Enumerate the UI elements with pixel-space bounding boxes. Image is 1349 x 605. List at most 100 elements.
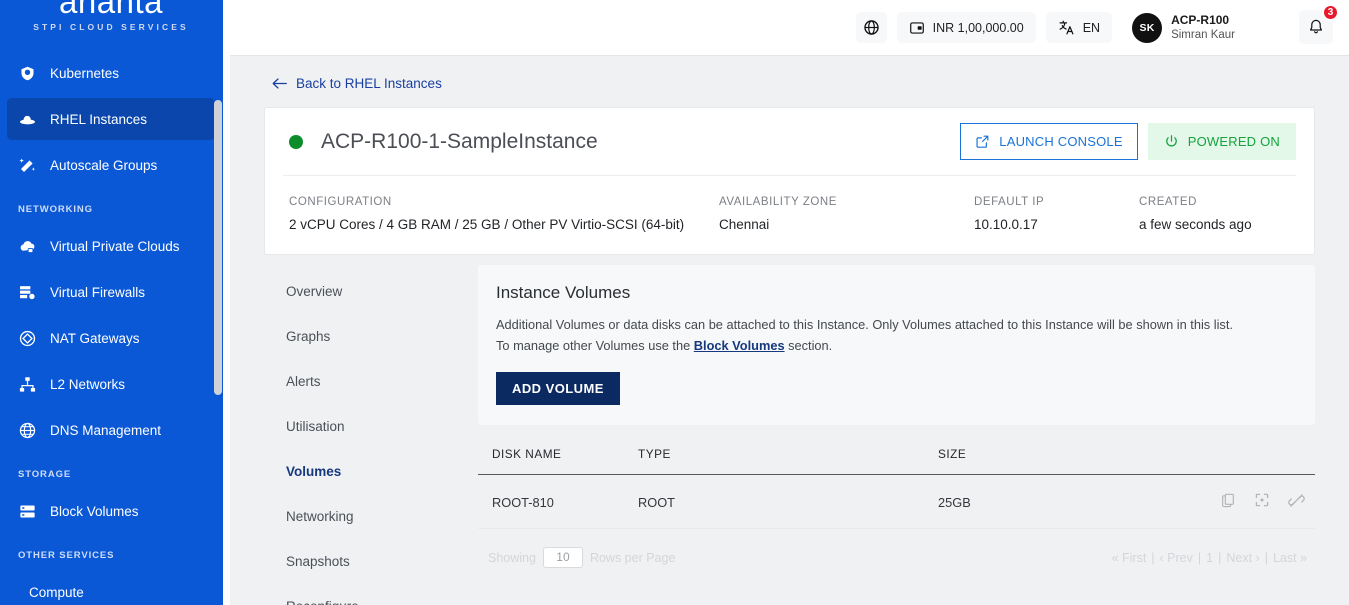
resize-icon[interactable] — [1254, 492, 1270, 512]
globe-icon — [18, 421, 37, 440]
instance-body: Overview Graphs Alerts Utilisation Volumes Ne… — [264, 255, 1315, 605]
sidebar-item-virtual-firewalls[interactable]: Virtual Firewalls — [7, 271, 215, 313]
meta-label: CONFIGURATION — [289, 196, 392, 208]
pagination-controls: « First | ‹ Prev | 1 | Next › | Last » — [1112, 551, 1315, 565]
server-disk-icon — [18, 502, 37, 521]
tab-volumes[interactable]: Volumes — [264, 453, 464, 489]
app-root: ananta ™ STPI CLOUD SERVICES Kubernetes R… — [0, 0, 1349, 605]
pager-sep-1: | — [1151, 550, 1155, 565]
sidebar-item-label: NAT Gateways — [50, 330, 140, 346]
showing-label: Showing — [488, 550, 536, 565]
sidebar-item-kubernetes[interactable]: Kubernetes — [7, 52, 215, 94]
sidebar-item-label: Virtual Private Clouds — [50, 238, 180, 254]
page-last-button[interactable]: Last » — [1273, 551, 1307, 565]
sidebar-item-nat-gateways[interactable]: NAT Gateways — [7, 317, 215, 359]
back-to-rhel-instances-link[interactable]: Back to RHEL Instances — [264, 56, 444, 107]
instance-header: ACP-R100-1-SampleInstance LAUNCH CONSOLE — [283, 108, 1296, 176]
volumes-table-head: DISK NAME TYPE SIZE — [478, 447, 1315, 476]
meta-label: DEFAULT IP — [974, 196, 1045, 208]
sidebar-item-block-volumes[interactable]: Block Volumes — [7, 490, 215, 532]
column-type: TYPE — [638, 447, 938, 476]
sidebar-item-label: Virtual Firewalls — [50, 284, 146, 300]
tab-reconfigure[interactable]: Reconfigure — [264, 588, 464, 605]
power-status-button[interactable]: POWERED ON — [1147, 123, 1296, 160]
tab-overview[interactable]: Overview — [264, 273, 464, 309]
wallet-amount: INR 1,00,000.00 — [932, 20, 1024, 35]
logo-subtitle: STPI CLOUD SERVICES — [33, 22, 189, 32]
table-row[interactable]: ROOT-810 ROOT 25GB — [478, 474, 1315, 530]
avatar: SK — [1132, 12, 1163, 43]
firewall-icon — [18, 283, 37, 302]
tab-networking[interactable]: Networking — [264, 498, 464, 534]
meta-label: AVAILABILITY ZONE — [719, 196, 837, 208]
column-disk-name: DISK NAME — [478, 447, 638, 476]
notifications-button[interactable]: 3 — [1299, 4, 1339, 44]
page-title: ACP-R100-1-SampleInstance — [321, 129, 598, 153]
block-volumes-link[interactable]: Block Volumes — [694, 338, 785, 353]
cell-size: 25GB — [938, 474, 1188, 530]
status-indicator-dot — [289, 134, 303, 149]
wallet-icon — [909, 21, 924, 34]
cloud-lock-icon — [18, 237, 37, 256]
sidebar-item-rhel-instances[interactable]: RHEL Instances — [7, 98, 215, 140]
network-tree-icon — [18, 375, 37, 394]
instance-volumes-panel: Instance Volumes Additional Volumes or d… — [478, 265, 1315, 426]
sidebar-edge — [223, 0, 230, 605]
meta-label: CREATED — [1139, 196, 1197, 208]
table-header-row: DISK NAME TYPE SIZE — [478, 447, 1315, 476]
cell-disk-name: ROOT-810 — [478, 474, 638, 530]
translate-icon — [1059, 20, 1074, 35]
row-action-group — [1188, 492, 1315, 512]
user-name: Simran Kaur — [1171, 28, 1235, 41]
cell-type: ROOT — [638, 474, 938, 530]
launch-console-button[interactable]: LAUNCH CONSOLE — [960, 123, 1138, 160]
tab-graphs[interactable]: Graphs — [264, 318, 464, 354]
power-status-label: POWERED ON — [1187, 134, 1280, 149]
meta-created: CREATED a few seconds ago — [1139, 196, 1252, 232]
support-button[interactable] — [855, 12, 887, 43]
back-link-label: Back to RHEL Instances — [296, 76, 442, 91]
instance-header-actions: LAUNCH CONSOLE POWERED ON — [960, 123, 1296, 160]
sidebar-item-dns-management[interactable]: DNS Management — [7, 409, 215, 451]
sidebar-item-compute[interactable]: Compute — [7, 571, 215, 605]
instance-meta-row: CONFIGURATION 2 vCPU Cores / 4 GB RAM / 2… — [283, 176, 1296, 254]
tab-pane-volumes: Instance Volumes Additional Volumes or d… — [464, 265, 1315, 605]
sidebar-item-label: RHEL Instances — [50, 111, 148, 127]
sidebar-item-label: Compute — [29, 584, 84, 600]
meta-value: 2 vCPU Cores / 4 GB RAM / 25 GB / Other … — [289, 217, 685, 232]
wallet-balance-button[interactable]: INR 1,00,000.00 — [896, 12, 1036, 43]
detach-icon[interactable] — [1288, 492, 1305, 512]
brand-logo[interactable]: ananta ™ STPI CLOUD SERVICES — [0, 0, 222, 48]
page-first-button[interactable]: « First — [1112, 551, 1147, 565]
tab-snapshots[interactable]: Snapshots — [264, 543, 464, 579]
rows-per-page-input[interactable]: 10 — [542, 547, 583, 569]
sidebar-item-autoscale-groups[interactable]: Autoscale Groups — [7, 144, 215, 186]
page-number[interactable]: 1 — [1206, 551, 1213, 565]
page-content: Back to RHEL Instances ACP-R100-1-Sample… — [230, 56, 1349, 605]
page-prev-button[interactable]: ‹ Prev — [1160, 551, 1193, 565]
nat-gateway-icon — [18, 329, 37, 348]
sidebar-item-label: Kubernetes — [50, 65, 120, 81]
column-actions — [1188, 447, 1315, 476]
sidebar-item-l2-networks[interactable]: L2 Networks — [7, 363, 215, 405]
tab-alerts[interactable]: Alerts — [264, 363, 464, 399]
sidebar-section-other-services: OTHER SERVICES — [18, 550, 115, 561]
volumes-panel-description: Additional Volumes or data disks can be … — [496, 315, 1241, 356]
logo-wordmark: ananta ™ — [59, 0, 163, 18]
user-menu[interactable]: SK ACP-R100 Simran Kaur — [1122, 12, 1241, 43]
copy-icon[interactable] — [1220, 492, 1236, 512]
volumes-table-body: ROOT-810 ROOT 25GB — [478, 474, 1315, 530]
volumes-desc-part2: section. — [784, 337, 833, 353]
add-volume-button[interactable]: ADD VOLUME — [496, 372, 620, 406]
logo-word-text: ananta — [59, 0, 163, 20]
meta-configuration: CONFIGURATION 2 vCPU Cores / 4 GB RAM / 2… — [289, 196, 719, 232]
meta-value: a few seconds ago — [1139, 217, 1252, 232]
bell-icon — [1310, 19, 1322, 34]
account-name: ACP-R100 — [1171, 12, 1230, 27]
sidebar-item-virtual-private-clouds[interactable]: Virtual Private Clouds — [7, 225, 215, 267]
page-next-button[interactable]: Next › — [1226, 551, 1259, 565]
sidebar-scrollbar[interactable] — [214, 100, 222, 395]
language-button[interactable]: EN — [1045, 12, 1113, 43]
tab-utilisation[interactable]: Utilisation — [264, 408, 464, 444]
meta-value: Chennai — [719, 217, 770, 232]
